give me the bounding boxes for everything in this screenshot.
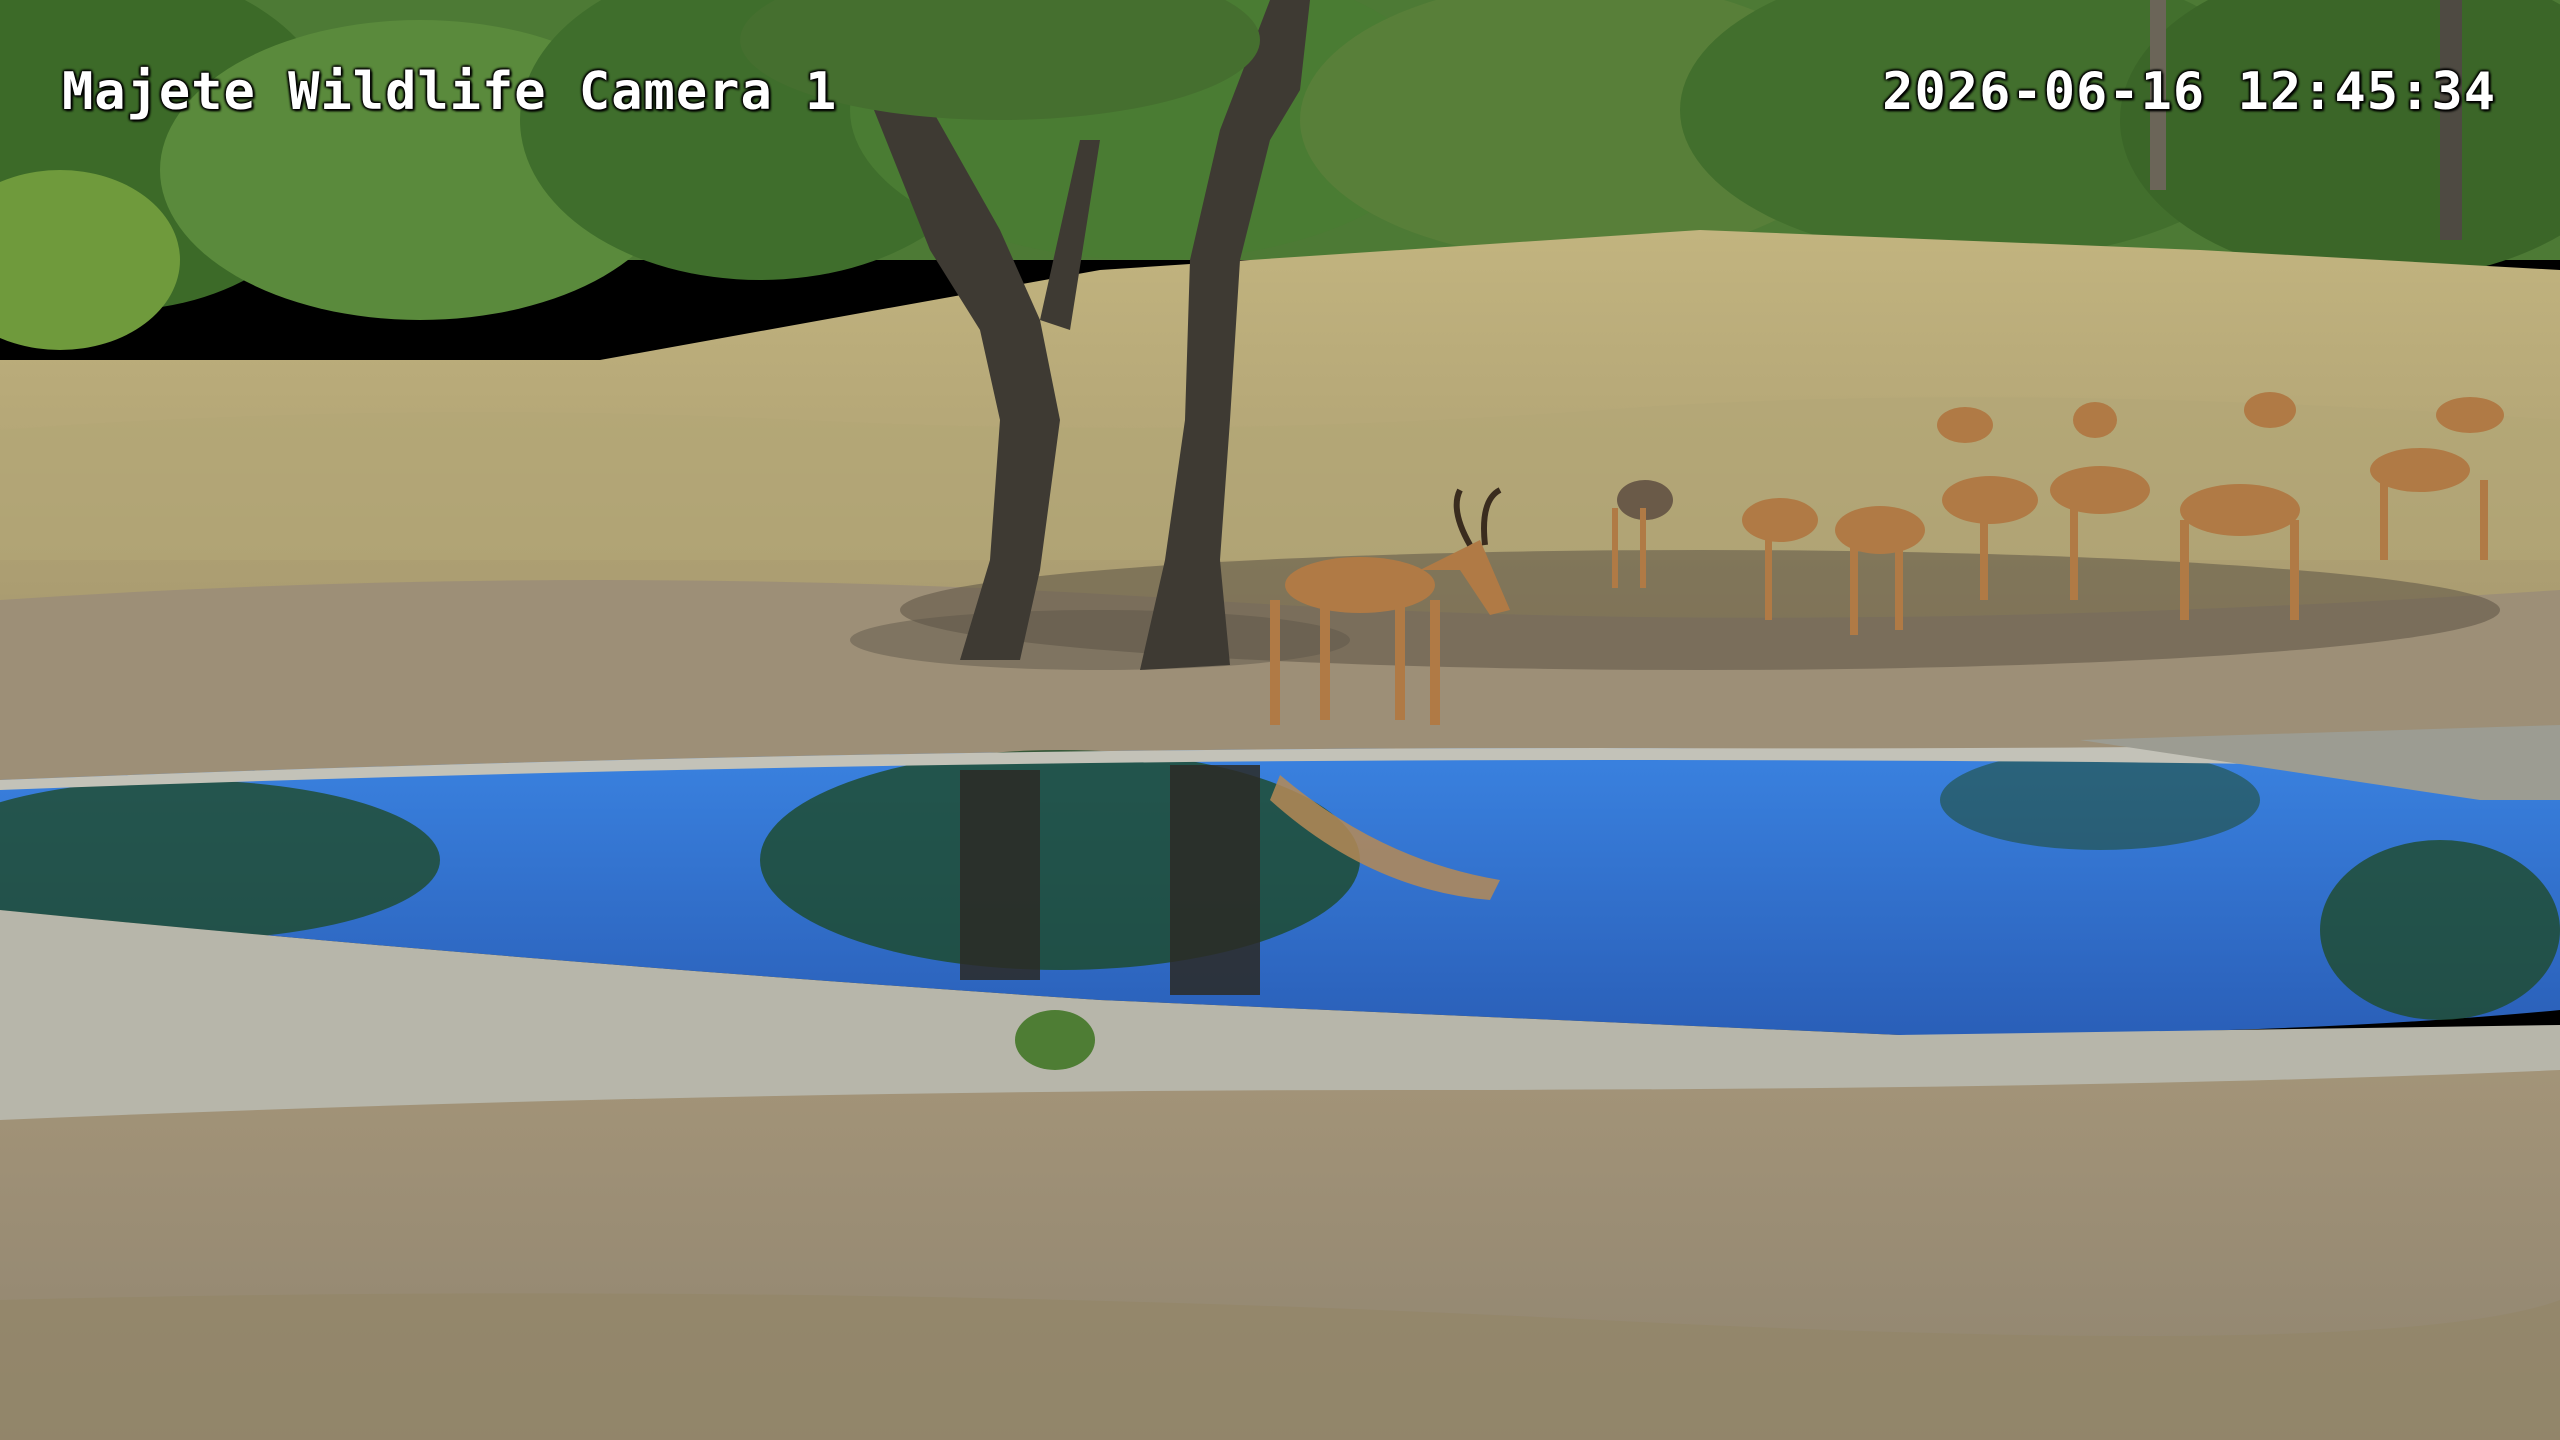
timestamp-label: 2026-06-16 12:45:34 bbox=[1882, 62, 2496, 122]
camera-scene bbox=[0, 0, 2560, 1440]
camera-name-label: Majete Wildlife Camera 1 bbox=[62, 62, 838, 122]
